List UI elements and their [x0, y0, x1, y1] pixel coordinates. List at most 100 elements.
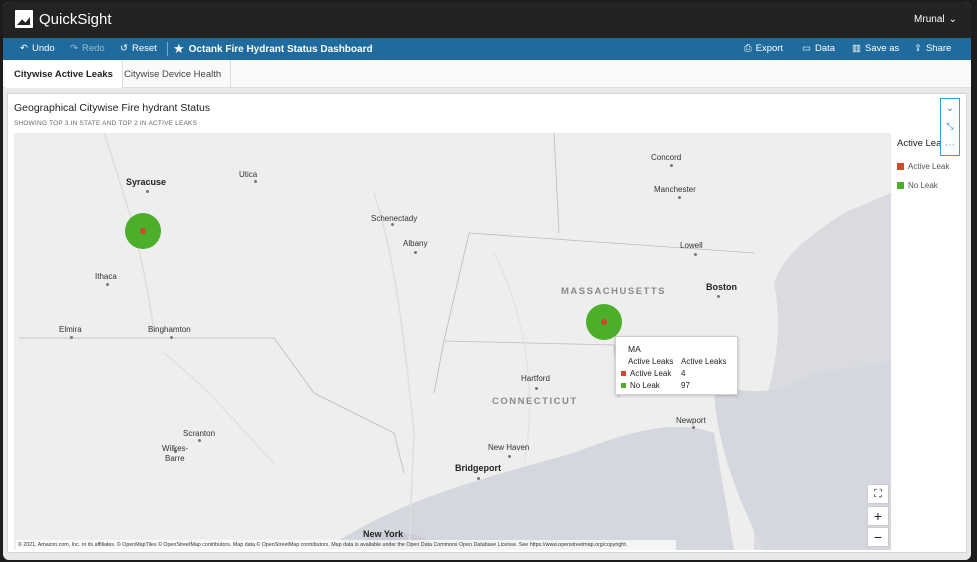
label-albany: Albany [403, 239, 428, 248]
collapse-icon[interactable]: ⤡ [946, 121, 953, 132]
redo-icon: ↷ [70, 43, 78, 54]
export-label: Export [755, 43, 784, 54]
fit-bounds-button[interactable]: ⛶ [867, 484, 889, 504]
reset-label: Reset [131, 43, 157, 54]
visual-panel: Geographical Citywise Fire hydrant Statu… [7, 93, 967, 553]
label-connecticut: CONNECTICUT [492, 396, 578, 407]
label-bridgeport: Bridgeport [455, 463, 501, 473]
no-leak-swatch [621, 383, 626, 388]
city-dot [694, 253, 697, 256]
save-as-button[interactable]: ▥ Save as [852, 43, 899, 54]
double-chevron-down-icon[interactable]: ⌄ [946, 103, 954, 114]
tab-citywise-device-health[interactable]: Citywise Device Health [115, 60, 232, 88]
more-options-icon[interactable]: ⋯ [945, 140, 955, 151]
label-concord: Concord [651, 153, 682, 162]
share-icon: ⇪ [914, 43, 922, 54]
tooltip-row-active: Active Leak [621, 369, 671, 378]
brand[interactable]: QuickSight [15, 10, 112, 28]
reset-button[interactable]: ↺ Reset [120, 43, 157, 54]
toolbar-divider [167, 42, 168, 56]
city-dot [670, 164, 673, 167]
data-label: Data [814, 43, 836, 54]
visual-title: Geographical Citywise Fire hydrant Statu… [14, 102, 211, 114]
user-name: Mrunal [914, 14, 945, 25]
user-menu[interactable]: Mrunal ⌄ [914, 14, 957, 25]
data-button[interactable]: ▭ Data [802, 43, 835, 54]
label-syracuse: Syracuse [126, 177, 167, 187]
label-massachusetts: MASSACHUSETTS [561, 286, 667, 297]
map-bubble-ny[interactable] [125, 213, 161, 249]
city-dot [146, 190, 149, 193]
zoom-out-button[interactable]: − [867, 527, 889, 547]
city-dot [198, 439, 201, 442]
label-boston: Boston [706, 282, 737, 292]
share-button[interactable]: ⇪ Share [914, 43, 951, 54]
map-tooltip: MA Active Leaks Active Leaks Active Leak… [615, 336, 738, 395]
sheet-tabs: Citywise Active Leaks Citywise Device He… [3, 60, 971, 88]
chart-icon: ▥ [852, 43, 861, 54]
city-dot [106, 283, 109, 286]
legend-label: Active Leak [908, 162, 950, 171]
label-scranton: Scranton [183, 429, 216, 438]
active-leak-marker [601, 319, 607, 325]
tooltip-row-noleak: No Leak [621, 381, 660, 390]
visual-controls: ⌄ ⤡ ⋯ [940, 98, 960, 156]
tooltip-row2-label: No Leak [630, 381, 660, 390]
app-window: QuickSight Mrunal ⌄ ↶ Undo ↷ Redo ↺ Rese… [3, 2, 971, 560]
city-dot [254, 180, 257, 183]
label-binghamton: Binghamton [148, 325, 191, 334]
label-new-haven: New Haven [488, 443, 530, 452]
label-barre: Barre [165, 454, 185, 463]
map-attribution: © 2021, Amazon.com, Inc. or its affiliat… [16, 540, 676, 550]
city-dot [414, 251, 417, 254]
city-dot [717, 295, 720, 298]
label-schenectady: Schenectady [371, 214, 418, 223]
save-as-label: Save as [864, 43, 900, 54]
tooltip-header-2: Active Leaks [681, 357, 727, 366]
no-leak-swatch [897, 182, 904, 189]
zoom-in-button[interactable]: + [867, 506, 889, 526]
map-bubble-ma[interactable] [586, 304, 622, 340]
tooltip-state: MA [628, 344, 641, 354]
chevron-down-icon: ⌄ [948, 14, 957, 25]
city-dot [70, 336, 73, 339]
dashboard-title-text: Octank Fire Hydrant Status Dashboard [188, 43, 373, 55]
city-dot [692, 426, 695, 429]
label-manchester: Manchester [654, 185, 696, 194]
tooltip-row2-value: 97 [681, 381, 690, 390]
map[interactable]: Syracuse Utica Ithaca Elmira Binghamton … [14, 133, 891, 550]
city-dot [170, 336, 173, 339]
map-background [19, 133, 891, 550]
city-dot [535, 387, 538, 390]
reset-icon: ↺ [120, 43, 128, 54]
undo-label: Undo [31, 43, 55, 54]
undo-icon: ↶ [20, 43, 28, 54]
label-wilkes: Wilkes- [162, 444, 189, 453]
undo-button[interactable]: ↶ Undo [20, 43, 55, 54]
legend-label: No Leak [908, 181, 938, 190]
export-button[interactable]: ⎙ Export [744, 43, 783, 54]
city-dot [508, 455, 511, 458]
label-lowell: Lowell [680, 241, 703, 250]
label-utica: Utica [239, 170, 258, 179]
label-elmira: Elmira [59, 325, 82, 334]
star-icon[interactable]: ★ [173, 41, 185, 57]
label-new-york: New York [363, 529, 404, 539]
visual-subtitle: SHOWING TOP 3 IN STATE AND TOP 2 IN ACTI… [14, 120, 198, 127]
label-newport: Newport [676, 416, 706, 425]
dashboard-title: ★ Octank Fire Hydrant Status Dashboard [173, 41, 373, 57]
city-dot [678, 196, 681, 199]
top-bar: QuickSight Mrunal ⌄ [3, 2, 971, 38]
app-name: QuickSight [39, 10, 112, 28]
redo-button[interactable]: ↷ Redo [70, 43, 105, 54]
active-leak-marker [140, 228, 146, 234]
legend-item-no-leak[interactable]: No Leak [897, 181, 967, 190]
active-leak-swatch [897, 163, 904, 170]
folder-icon: ▭ [802, 43, 811, 54]
redo-label: Redo [81, 43, 105, 54]
city-dot [477, 477, 480, 480]
quicksight-logo-icon [15, 10, 33, 28]
legend-item-active-leak[interactable]: Active Leak [897, 162, 967, 171]
printer-icon: ⎙ [744, 43, 752, 54]
tab-citywise-active-leaks[interactable]: Citywise Active Leaks [5, 60, 123, 88]
